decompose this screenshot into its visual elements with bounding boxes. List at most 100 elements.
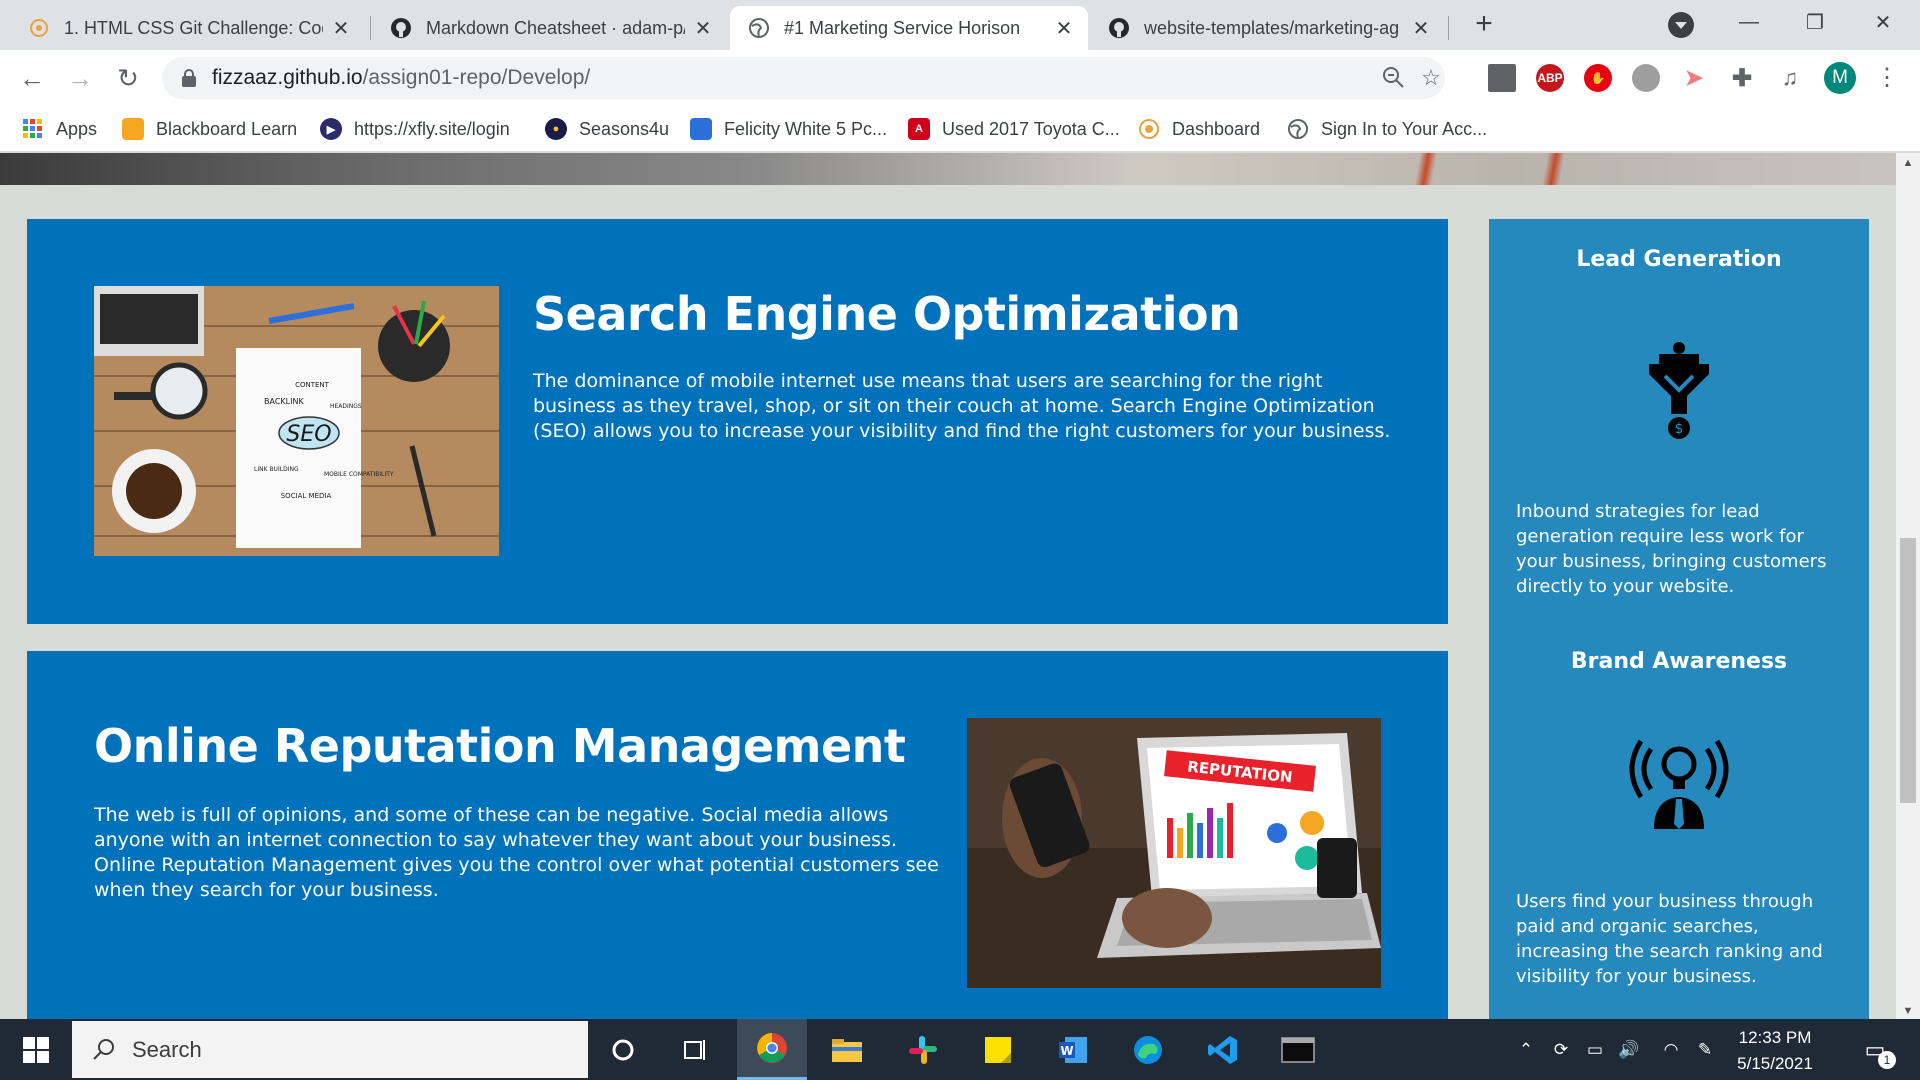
bookmark-label: Blackboard Learn <box>156 118 298 139</box>
seo-image-word-backlink: BACKLINK <box>264 397 304 406</box>
blackboard-icon <box>122 118 144 140</box>
github-icon <box>1108 17 1130 39</box>
tab-title: 1. HTML CSS Git Challenge: Code <box>64 17 323 38</box>
extensions-puzzle-icon[interactable]: ✚ <box>1728 64 1756 92</box>
lock-icon[interactable] <box>182 69 196 87</box>
tab-separator <box>370 16 371 40</box>
bookmark-sign-in[interactable]: Sign In to Your Acc... <box>1287 115 1487 143</box>
bookmark-felicity[interactable]: Felicity White 5 Pc... <box>690 115 887 143</box>
system-clock[interactable]: 12:33 PM 5/15/2021 <box>1715 1025 1835 1077</box>
word-icon[interactable]: W <box>1038 1019 1108 1080</box>
forward-arrow-icon[interactable]: → <box>62 60 98 96</box>
services-sidebar: Lead Generation $ Inbound strategies for… <box>1489 219 1869 1019</box>
seo-description: The dominance of mobile internet use mea… <box>533 370 1391 442</box>
dashboard-icon <box>1138 118 1160 140</box>
bookmark-label: Sign In to Your Acc... <box>1321 118 1488 139</box>
apps-grid-icon <box>22 118 44 140</box>
terminal-icon[interactable] <box>1263 1019 1333 1080</box>
address-bar[interactable]: fizzaaz.github.io/assign01-repo/Develop/… <box>162 57 1445 99</box>
seo-image-word-link-building: LINK BUILDING <box>254 466 299 473</box>
share-arrow-icon[interactable]: ➤ <box>1680 64 1708 92</box>
svg-text:$: $ <box>1675 421 1684 437</box>
bookmark-apps[interactable]: Apps <box>22 115 97 143</box>
seo-image-word-mobile: MOBILE COMPATIBILITY <box>324 471 394 478</box>
brand-broadcast-icon <box>1629 739 1729 829</box>
tab-html-css-challenge[interactable]: 1. HTML CSS Git Challenge: Code ✕ <box>10 6 365 50</box>
globe-icon <box>1287 118 1309 140</box>
close-window-icon[interactable]: ✕ <box>1850 0 1916 44</box>
bookmark-seasons4u[interactable]: ● Seasons4u <box>545 115 669 143</box>
bookmarks-bar: Apps Blackboard Learn ▶ https://xfly.sit… <box>0 106 1920 152</box>
chrome-icon[interactable] <box>737 1019 807 1080</box>
tab-title: #1 Marketing Service Horison <box>784 17 1021 38</box>
lead-generation-description: Inbound strategies for lead generation r… <box>1516 501 1827 597</box>
bookmark-dashboard[interactable]: Dashboard <box>1138 115 1260 143</box>
minimize-icon[interactable]: — <box>1716 0 1782 44</box>
adblock-plus-icon[interactable]: ABP <box>1536 64 1564 92</box>
bookmark-label: Felicity White 5 Pc... <box>724 118 888 139</box>
vscode-icon[interactable] <box>1188 1019 1258 1080</box>
seasons-icon: ● <box>545 118 567 140</box>
tab-title: Markdown Cheatsheet · adam-p/ <box>426 17 685 38</box>
github-icon <box>390 17 412 39</box>
search-icon <box>93 1039 114 1060</box>
windows-start-icon[interactable] <box>0 1019 72 1080</box>
media-control-icon[interactable]: ♫ <box>1776 64 1804 92</box>
sticky-notes-icon[interactable] <box>963 1019 1033 1080</box>
scroll-down-icon[interactable]: ▼ <box>1896 1005 1920 1017</box>
page-scrollbar[interactable]: ▲ ▼ <box>1896 153 1920 1019</box>
close-tab-icon[interactable]: ✕ <box>693 16 713 41</box>
volume-icon[interactable]: 🔊 <box>1614 1019 1644 1080</box>
bookmark-toyota[interactable]: A Used 2017 Toyota C... <box>908 115 1120 143</box>
bookmark-blackboard[interactable]: Blackboard Learn <box>122 115 297 143</box>
url-text[interactable]: fizzaaz.github.io/assign01-repo/Develop/ <box>212 66 590 90</box>
play-icon: ▶ <box>320 118 342 140</box>
hero-image-edge <box>0 153 1896 185</box>
reload-icon[interactable]: ↻ <box>110 60 146 96</box>
close-tab-icon[interactable]: ✕ <box>1054 16 1074 41</box>
taskbar-search-placeholder: Search <box>132 1036 202 1062</box>
page-viewport: CONTENT BACKLINK HEADINGS SEO LINK BUILD… <box>0 153 1896 1019</box>
wifi-icon[interactable]: ◠ <box>1656 1019 1686 1080</box>
edge-icon[interactable] <box>1113 1019 1183 1080</box>
kebab-menu-icon[interactable]: ⋮ <box>1872 60 1902 96</box>
url-host: fizzaaz.github.io <box>212 66 363 89</box>
battery-icon[interactable]: ▭ <box>1580 1019 1610 1080</box>
taskbar-search-box[interactable]: Search <box>72 1021 588 1078</box>
close-tab-icon[interactable]: ✕ <box>331 16 351 41</box>
tab-search-icon[interactable] <box>1668 12 1694 38</box>
seo-image-word-seo: SEO <box>286 422 331 447</box>
adblock-hand-icon[interactable]: ✋ <box>1584 64 1612 92</box>
record-icon[interactable] <box>1632 64 1660 92</box>
svg-text:W: W <box>1060 1044 1073 1058</box>
show-hidden-icons[interactable]: ⌃ <box>1512 1019 1540 1080</box>
profile-avatar[interactable]: M <box>1824 62 1856 94</box>
zoom-icon[interactable] <box>1380 65 1406 91</box>
scroll-up-icon[interactable]: ▲ <box>1896 157 1920 169</box>
tab-markdown-cheatsheet[interactable]: Markdown Cheatsheet · adam-p/ ✕ <box>372 6 727 50</box>
slack-icon[interactable] <box>888 1019 958 1080</box>
extension-reader-icon[interactable] <box>1488 64 1516 92</box>
scrollbar-thumb[interactable] <box>1900 538 1916 803</box>
new-tab-button[interactable]: + <box>1467 8 1501 42</box>
bookmark-label: Used 2017 Toyota C... <box>942 118 1120 139</box>
orm-description: The web is full of opinions, and some of… <box>94 804 939 901</box>
bookmark-xfly[interactable]: ▶ https://xfly.site/login <box>320 115 510 143</box>
task-view-icon[interactable] <box>660 1019 730 1080</box>
cortana-icon[interactable] <box>588 1019 658 1080</box>
tab-marketing-service[interactable]: #1 Marketing Service Horison ✕ <box>730 6 1088 50</box>
close-tab-icon[interactable]: ✕ <box>1411 16 1431 41</box>
back-arrow-icon[interactable]: ← <box>14 60 50 96</box>
lead-generation-heading: Lead Generation <box>1576 247 1782 272</box>
windows-taskbar: Search W ⌃ ⟳ ▭ 🔊 ◠ ✎ 12:33 PM 5/15/2021 … <box>0 1019 1920 1080</box>
bookmark-label: Seasons4u <box>579 118 670 139</box>
orm-laptop-image: REPUTATION <box>967 718 1381 988</box>
seo-section: CONTENT BACKLINK HEADINGS SEO LINK BUILD… <box>27 219 1448 624</box>
bookmark-star-icon[interactable]: ☆ <box>1418 65 1444 91</box>
restore-icon[interactable]: ❐ <box>1782 0 1848 44</box>
globe-icon <box>748 17 770 39</box>
sync-icon[interactable]: ⟳ <box>1546 1019 1576 1080</box>
file-explorer-icon[interactable] <box>812 1019 882 1080</box>
notification-center-icon[interactable]: ▭ 1 <box>1850 1019 1900 1080</box>
tab-website-templates[interactable]: website-templates/marketing-ag ✕ <box>1090 6 1445 50</box>
